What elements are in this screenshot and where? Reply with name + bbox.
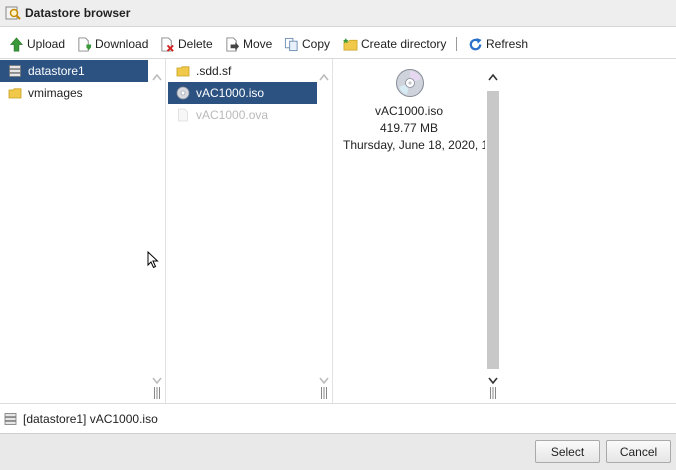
resize-grip-icon[interactable] [489, 386, 497, 400]
file-icon [178, 108, 188, 122]
cancel-button[interactable]: Cancel [606, 440, 671, 463]
search-datastore-icon [5, 6, 21, 20]
datastore-pane: datastore1 vmimages [0, 59, 166, 403]
move-file-icon [226, 36, 240, 52]
resize-grip-icon[interactable] [153, 386, 161, 400]
file-item-vac1000-iso[interactable]: vAC1000.iso [168, 82, 317, 104]
folder-icon [176, 66, 190, 77]
copy-button[interactable]: Copy [284, 35, 330, 53]
selected-path-text: [datastore1] vAC1000.iso [23, 412, 158, 426]
file-item-label: vAC1000.ova [196, 108, 269, 122]
scroll-up-icon[interactable] [152, 73, 162, 81]
delete-label: Delete [178, 37, 213, 51]
move-button[interactable]: Move [225, 35, 272, 53]
upload-label: Upload [27, 37, 66, 51]
refresh-button[interactable]: Refresh [468, 35, 528, 53]
file-item-label: .sdd.sf [196, 64, 232, 78]
file-item-label: vAC1000.iso [196, 86, 265, 100]
disc-icon [396, 69, 424, 97]
title-bar: Datastore browser [0, 0, 676, 27]
datastore-item-vmimages[interactable]: vmimages [0, 82, 148, 104]
detail-file-modified: Thursday, June 18, 2020, 1 [343, 138, 485, 152]
new-folder-icon [343, 37, 358, 50]
copy-label: Copy [302, 37, 331, 51]
toolbar: Upload Download Delete Move Copy Create … [0, 27, 676, 59]
datastore-item-datastore1[interactable]: datastore1 [0, 60, 148, 82]
details-scrollbar[interactable] [485, 59, 501, 403]
file-list-pane: .sdd.sf vAC1000.iso vAC1000.ova [166, 59, 333, 403]
folder-icon [8, 88, 22, 99]
scroll-down-icon[interactable] [152, 377, 162, 385]
refresh-label: Refresh [486, 37, 529, 51]
scroll-up-icon[interactable] [488, 73, 498, 81]
scroll-down-icon[interactable] [319, 377, 329, 385]
upload-arrow-icon [10, 36, 23, 51]
datastore-item-label: datastore1 [28, 64, 85, 78]
datastore-item-label: vmimages [28, 86, 83, 100]
scroll-up-icon[interactable] [319, 73, 329, 81]
datastore-pane-scrollbar[interactable] [149, 59, 165, 403]
disc-icon [176, 86, 190, 100]
file-list-scrollbar[interactable] [316, 59, 332, 403]
mouse-cursor-icon [147, 251, 159, 269]
database-icon [9, 65, 21, 77]
dialog-footer: Select Cancel [0, 433, 676, 470]
selected-path-bar: [datastore1] vAC1000.iso [0, 403, 676, 433]
scroll-down-icon[interactable] [488, 377, 498, 385]
refresh-icon [469, 37, 482, 50]
upload-button[interactable]: Upload [9, 35, 65, 53]
file-item-vac1000-ova: vAC1000.ova [168, 104, 317, 126]
delete-button[interactable]: Delete [160, 35, 213, 53]
scroll-thumb[interactable] [487, 91, 499, 369]
create-directory-label: Create directory [361, 37, 447, 51]
database-icon [4, 413, 17, 425]
select-button[interactable]: Select [535, 440, 600, 463]
download-button[interactable]: Download [77, 35, 148, 53]
download-label: Download [95, 37, 149, 51]
detail-file-name: vAC1000.iso [374, 104, 444, 118]
delete-file-icon [161, 36, 174, 52]
file-item-sdd-sf[interactable]: .sdd.sf [168, 60, 317, 82]
move-label: Move [243, 37, 273, 51]
resize-grip-icon[interactable] [320, 386, 328, 400]
toolbar-separator [456, 37, 457, 51]
create-directory-button[interactable]: Create directory [343, 35, 446, 53]
window-title: Datastore browser [25, 6, 131, 20]
file-details-pane: vAC1000.iso 419.77 MB Thursday, June 18,… [333, 59, 676, 403]
download-file-icon [78, 36, 92, 52]
detail-file-size: 419.77 MB [379, 121, 439, 135]
copy-icon [284, 37, 298, 51]
